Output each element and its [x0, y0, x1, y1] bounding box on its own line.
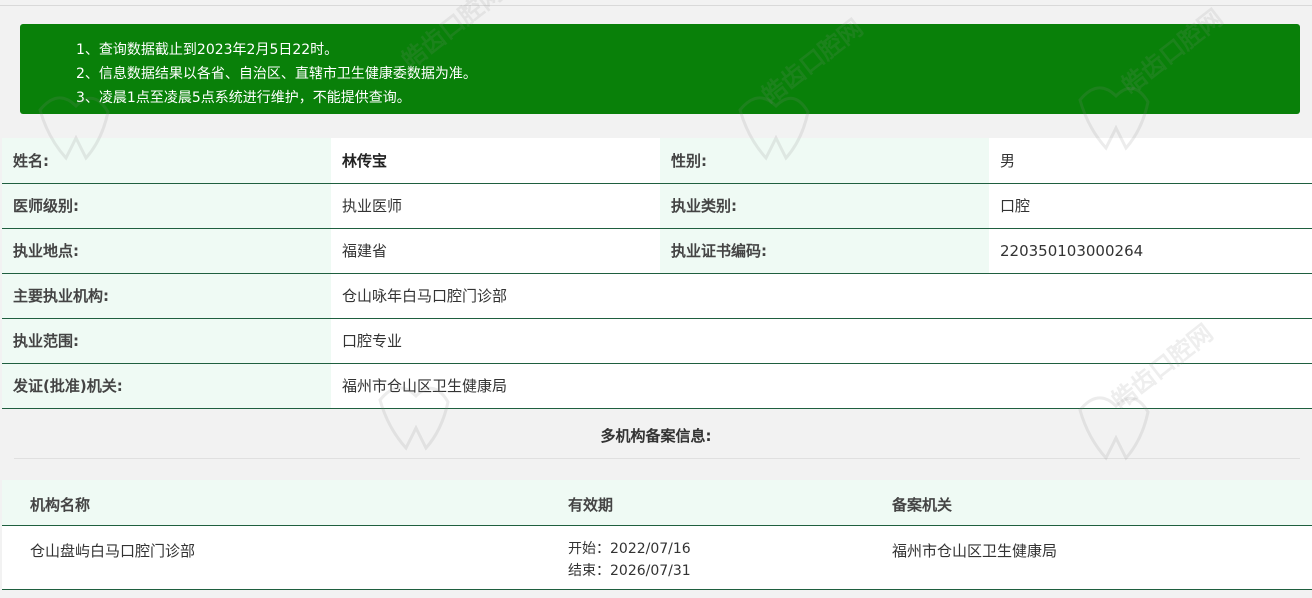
row-authority: 福州市仓山区卫生健康局	[892, 542, 1058, 560]
table-row: 仓山盘屿白马口腔门诊部 开始：2022/07/16 结束：2026/07/31 …	[2, 526, 1312, 590]
name-label: 姓名:	[2, 138, 331, 184]
name-value: 林传宝	[331, 138, 660, 184]
category-value: 口腔	[989, 183, 1312, 229]
info-row-name: 姓名: 林传宝 性别: 男	[2, 138, 1312, 184]
issuer-value: 福州市仓山区卫生健康局	[331, 363, 1312, 409]
category-label: 执业类别:	[660, 183, 989, 229]
gender-label: 性别:	[660, 138, 989, 184]
institution-value: 仓山咏年白马口腔门诊部	[331, 273, 1312, 319]
notice-banner: 1、查询数据截止到2023年2月5日22时。 2、信息数据结果以各省、自治区、直…	[20, 24, 1300, 114]
multi-divider	[14, 458, 1300, 459]
scope-value: 口腔专业	[331, 318, 1312, 364]
top-divider	[0, 5, 1312, 6]
notice-line-2: 2、信息数据结果以各省、自治区、直辖市卫生健康委数据为准。	[76, 66, 477, 82]
info-row-scope: 执业范围: 口腔专业	[2, 318, 1312, 364]
row-institution-name: 仓山盘屿白马口腔门诊部	[30, 542, 196, 560]
level-value: 执业医师	[331, 183, 660, 229]
cert-value: 220350103000264	[989, 228, 1312, 274]
issuer-label: 发证(批准)机关:	[2, 363, 331, 409]
header-validity: 有效期	[568, 496, 614, 514]
cert-label: 执业证书编码:	[660, 228, 989, 274]
header-authority: 备案机关	[892, 496, 953, 514]
info-row-level: 医师级别: 执业医师 执业类别: 口腔	[2, 183, 1312, 229]
row-validity-start: 开始：2022/07/16	[568, 541, 691, 557]
level-label: 医师级别:	[2, 183, 331, 229]
multi-institution-title: 多机构备案信息:	[600, 427, 712, 445]
gender-value: 男	[989, 138, 1312, 184]
notice-line-3: 3、凌晨1点至凌晨5点系统进行维护，不能提供查询。	[76, 90, 411, 106]
header-institution-name: 机构名称	[30, 496, 91, 514]
doctor-info-table: 姓名: 林传宝 性别: 男 医师级别: 执业医师 执业类别: 口腔 执业地点: …	[2, 138, 1312, 409]
scope-label: 执业范围:	[2, 318, 331, 364]
location-value: 福建省	[331, 228, 660, 274]
multi-table-header: 机构名称 有效期 备案机关	[2, 480, 1312, 526]
notice-line-1: 1、查询数据截止到2023年2月5日22时。	[76, 42, 339, 58]
info-row-institution: 主要执业机构: 仓山咏年白马口腔门诊部	[2, 273, 1312, 319]
location-label: 执业地点:	[2, 228, 331, 274]
institution-label: 主要执业机构:	[2, 273, 331, 319]
info-row-location: 执业地点: 福建省 执业证书编码: 220350103000264	[2, 228, 1312, 274]
row-validity-end: 结束：2026/07/31	[568, 563, 691, 579]
row-validity: 开始：2022/07/16 结束：2026/07/31	[568, 538, 691, 582]
info-row-issuer: 发证(批准)机关: 福州市仓山区卫生健康局	[2, 363, 1312, 409]
